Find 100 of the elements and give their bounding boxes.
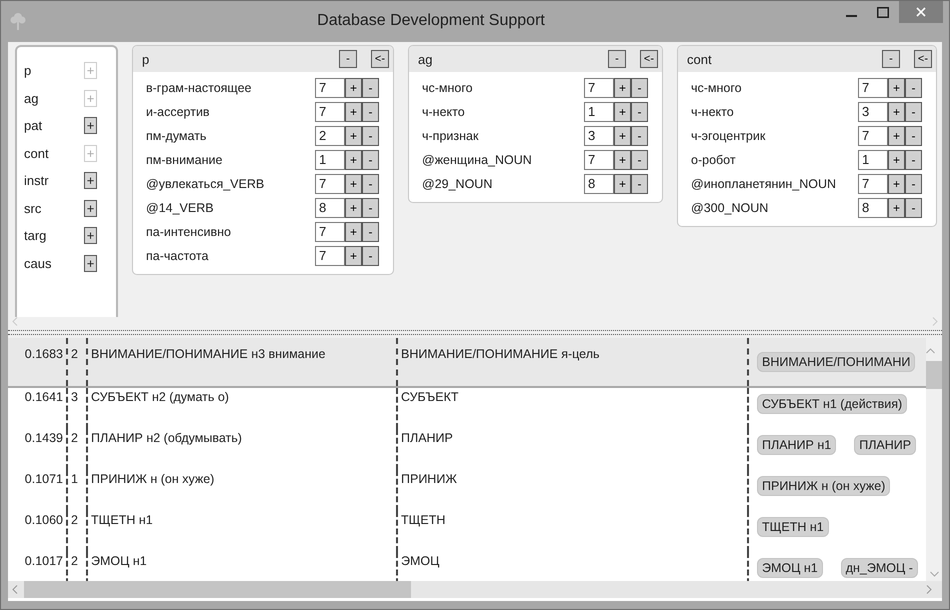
remove-button[interactable]: -: [882, 50, 900, 68]
horizontal-scrollbar[interactable]: [8, 581, 942, 598]
decrement-button[interactable]: -: [905, 150, 922, 170]
increment-button[interactable]: +: [345, 78, 362, 98]
number-field[interactable]: 1: [858, 150, 888, 170]
feature-label: @увлекаться_VERB: [146, 177, 266, 191]
role-label: instr: [24, 173, 50, 188]
number-field[interactable]: 8: [858, 198, 888, 218]
number-field[interactable]: 7: [315, 78, 345, 98]
feature-label: пм-думать: [146, 129, 208, 143]
feature-label: @женщина_NOUN: [422, 153, 533, 167]
add-button[interactable]: +: [84, 200, 97, 217]
scroll-left-icon[interactable]: [12, 316, 18, 326]
table-cell-text: 0.1683: [24, 346, 64, 363]
table-cell-text: 0.1017: [24, 553, 64, 570]
add-button[interactable]: +: [84, 227, 97, 244]
decrement-button[interactable]: -: [362, 174, 379, 194]
increment-button[interactable]: +: [345, 222, 362, 242]
increment-button[interactable]: +: [614, 102, 631, 122]
decrement-button[interactable]: -: [631, 150, 648, 170]
maximize-icon: [877, 6, 889, 18]
decrement-button[interactable]: -: [362, 222, 379, 242]
decrement-button[interactable]: -: [631, 78, 648, 98]
decrement-button[interactable]: -: [631, 174, 648, 194]
scroll-right-icon[interactable]: [932, 316, 938, 326]
increment-button[interactable]: +: [888, 150, 905, 170]
number-field[interactable]: 7: [858, 174, 888, 194]
increment-button[interactable]: +: [888, 174, 905, 194]
close-button[interactable]: [899, 1, 943, 23]
decrement-button[interactable]: -: [905, 102, 922, 122]
increment-button[interactable]: +: [614, 174, 631, 194]
increment-button[interactable]: +: [888, 78, 905, 98]
vertical-scrollbar[interactable]: [926, 338, 942, 581]
decrement-button[interactable]: -: [905, 198, 922, 218]
scroll-left-icon[interactable]: [12, 585, 18, 594]
remove-button[interactable]: -: [338, 50, 357, 68]
decrement-button[interactable]: -: [905, 126, 922, 146]
remove-button[interactable]: -: [608, 50, 626, 68]
decrement-button[interactable]: -: [631, 126, 648, 146]
number-field[interactable]: 7: [858, 126, 888, 146]
scroll-up-icon[interactable]: [926, 348, 935, 354]
increment-button[interactable]: +: [345, 102, 362, 122]
increment-button[interactable]: +: [888, 126, 905, 146]
increment-button[interactable]: +: [345, 174, 362, 194]
increment-button[interactable]: +: [345, 150, 362, 170]
panel-title: ag: [418, 52, 434, 66]
increment-button[interactable]: +: [888, 102, 905, 122]
table-row[interactable]: 0.1683 2 ВНИМАНИЕ/ПОНИМАНИЕ н3 внимание ВНИМАНИЕ/ПОНИМАНИЕ я-цель ВНИМАНИЕ/ПОНИМАНИ: [8, 338, 926, 388]
back-button[interactable]: <-: [370, 50, 389, 68]
decrement-button[interactable]: -: [362, 102, 379, 122]
increment-button[interactable]: +: [345, 126, 362, 146]
scroll-right-icon[interactable]: [926, 585, 932, 594]
add-button[interactable]: +: [84, 117, 97, 134]
back-button[interactable]: <-: [914, 50, 932, 68]
increment-button[interactable]: +: [345, 246, 362, 266]
number-field[interactable]: 7: [315, 246, 345, 266]
feature-label: и-ассертив: [146, 105, 211, 119]
increment-button[interactable]: +: [614, 126, 631, 146]
decrement-button[interactable]: -: [362, 78, 379, 98]
number-field[interactable]: 3: [584, 126, 614, 146]
tag-chip: ПЛАНИР н1: [757, 435, 836, 455]
number-field[interactable]: 7: [858, 78, 888, 98]
decrement-button[interactable]: -: [362, 150, 379, 170]
number-field[interactable]: 8: [584, 174, 614, 194]
number-field[interactable]: 7: [315, 222, 345, 242]
number-field[interactable]: 2: [315, 126, 345, 146]
increment-button[interactable]: +: [614, 150, 631, 170]
add-button[interactable]: +: [84, 172, 97, 190]
decrement-button[interactable]: -: [362, 126, 379, 146]
table-cell: ВНИМАНИЕ/ПОНИМАНИЕ н3 внимание: [86, 338, 396, 386]
increment-button[interactable]: +: [345, 198, 362, 218]
decrement-button[interactable]: -: [631, 102, 648, 122]
feature-label: па-интенсивно: [146, 225, 232, 239]
decrement-button[interactable]: -: [362, 246, 379, 266]
scroll-down-icon[interactable]: [930, 571, 938, 577]
tag-chip: ПЛАНИР: [854, 435, 916, 455]
number-field[interactable]: 7: [584, 150, 614, 170]
scroll-thumb[interactable]: [926, 361, 942, 389]
decrement-button[interactable]: -: [362, 198, 379, 218]
role-label: targ: [24, 228, 48, 244]
feature-label: ч-эгоцентрик: [691, 129, 766, 143]
number-field[interactable]: 7: [315, 102, 345, 122]
increment-button[interactable]: +: [888, 198, 905, 218]
back-button[interactable]: <-: [640, 50, 658, 68]
number-field[interactable]: 7: [315, 174, 345, 194]
table-cell-text: 0.1071: [24, 471, 64, 488]
decrement-button[interactable]: -: [905, 174, 922, 194]
tree-icon: [9, 11, 27, 31]
decrement-button[interactable]: -: [905, 78, 922, 98]
number-field[interactable]: 7: [584, 78, 614, 98]
number-field[interactable]: 1: [584, 102, 614, 122]
role-label: caus: [24, 256, 52, 271]
number-field[interactable]: 3: [858, 102, 888, 122]
scroll-thumb[interactable]: [24, 581, 411, 598]
add-button[interactable]: +: [84, 254, 97, 272]
tag-chip: ПРИНИЖ н (он хуже): [757, 476, 890, 496]
number-field[interactable]: 8: [315, 198, 345, 218]
role-label: ag: [24, 90, 40, 106]
increment-button[interactable]: +: [614, 78, 631, 98]
number-field[interactable]: 1: [315, 150, 345, 170]
